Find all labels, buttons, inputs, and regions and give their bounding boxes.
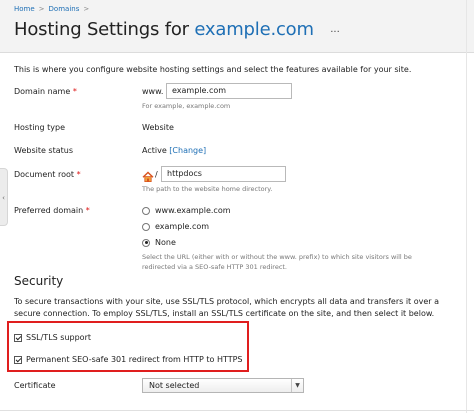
document-root-label-text: Document root: [14, 170, 75, 179]
ssl-support-checkbox[interactable]: [14, 333, 22, 342]
redirect-checkbox-row[interactable]: Permanent SEO-safe 301 redirect from HTT…: [14, 355, 243, 364]
domain-prefix: www.: [142, 87, 164, 96]
preferred-domain-label-text: Preferred domain: [14, 206, 84, 215]
page-title: Hosting Settings for example.com: [14, 19, 314, 40]
redirect-label: Permanent SEO-safe 301 redirect from HTT…: [26, 355, 243, 364]
radio-label: www.example.com: [155, 206, 231, 215]
radio-label: example.com: [155, 222, 210, 231]
preferred-domain-option-bare[interactable]: example.com: [142, 222, 209, 231]
document-root-input[interactable]: httpdocs: [161, 166, 286, 182]
page-header: Home > Domains > Hosting Settings for examp…: [0, 0, 474, 53]
page-title-domain: example.com: [194, 19, 314, 40]
change-status-link[interactable]: [Change]: [169, 146, 206, 155]
document-root-slash: /: [155, 170, 158, 179]
more-options-button[interactable]: ...: [326, 25, 344, 38]
certificate-label: Certificate: [14, 381, 56, 390]
chevron-down-icon: ▼: [291, 379, 303, 392]
website-status-label: Website status: [14, 146, 74, 155]
ssl-support-checkbox-row[interactable]: SSL/TLS support: [14, 333, 91, 342]
breadcrumb-domains[interactable]: Domains: [49, 5, 80, 13]
domain-name-label-text: Domain name: [14, 87, 71, 96]
divider: [0, 410, 474, 411]
radio-button[interactable]: [142, 206, 150, 215]
breadcrumb-home[interactable]: Home: [14, 5, 35, 13]
security-description: To secure transactions with your site, u…: [14, 297, 440, 318]
chevron-left-icon: ‹: [2, 194, 5, 202]
hosting-type-value: Website: [142, 123, 174, 132]
domain-name-label: Domain name *: [14, 87, 77, 96]
website-status-value: Active: [142, 146, 167, 155]
preferred-domain-option-www[interactable]: www.example.com: [142, 206, 231, 215]
breadcrumb: Home > Domains >: [14, 5, 93, 13]
hosting-type-label: Hosting type: [14, 123, 65, 132]
domain-name-input[interactable]: example.com: [166, 83, 292, 99]
radio-label: None: [155, 238, 176, 247]
ssl-support-label: SSL/TLS support: [26, 333, 91, 342]
sidebar-toggle[interactable]: ‹: [0, 168, 8, 226]
certificate-select[interactable]: Not selected ▼: [142, 378, 304, 393]
breadcrumb-separator: >: [83, 5, 90, 13]
required-mark: *: [72, 87, 77, 96]
security-section-title: Security: [14, 274, 64, 288]
scrollbar-track: [466, 0, 467, 413]
redirect-checkbox[interactable]: [14, 355, 22, 364]
website-status-value-row: Active [Change]: [142, 146, 206, 155]
domain-name-hint: For example, example.com: [142, 102, 231, 110]
radio-button[interactable]: [142, 222, 150, 231]
radio-button-selected[interactable]: [142, 238, 150, 247]
page-title-prefix: Hosting Settings for: [14, 19, 189, 40]
required-mark: *: [85, 206, 90, 215]
document-root-label: Document root *: [14, 170, 81, 179]
document-root-hint: The path to the website home directory.: [142, 185, 273, 193]
certificate-selected-value: Not selected: [149, 381, 200, 390]
preferred-domain-label: Preferred domain *: [14, 206, 90, 215]
breadcrumb-separator: >: [38, 5, 45, 13]
preferred-domain-option-none[interactable]: None: [142, 238, 176, 247]
preferred-domain-hint-line1: Select the URL (either with or without t…: [142, 253, 412, 261]
required-mark: *: [76, 170, 81, 179]
home-icon: [142, 168, 154, 182]
highlight-box: [7, 321, 249, 372]
intro-text: This is where you configure website host…: [14, 65, 412, 74]
preferred-domain-hint-line2: redirected via a SEO-safe HTTP 301 redir…: [142, 263, 288, 271]
